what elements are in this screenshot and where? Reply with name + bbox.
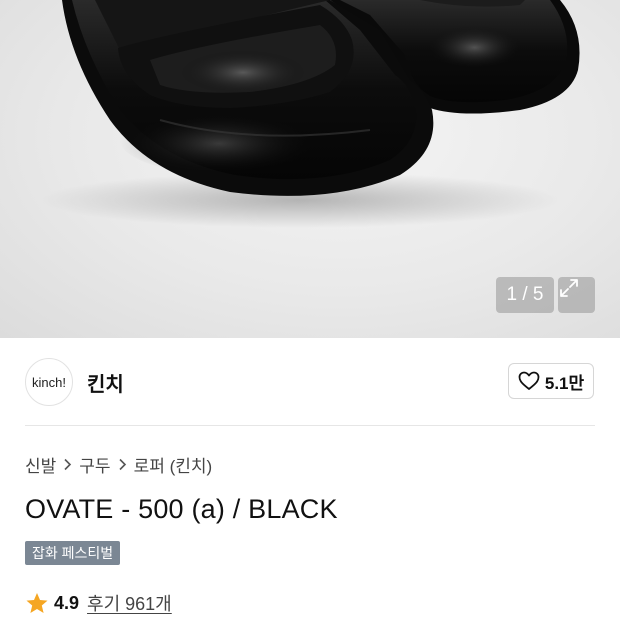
- brand-row: kinch! 킨치 5.1만: [0, 338, 620, 426]
- heart-icon: [518, 371, 540, 390]
- event-tag[interactable]: 잡화 페스티벌: [25, 541, 121, 565]
- chevron-right-icon: [118, 458, 127, 471]
- breadcrumb-item-shoes[interactable]: 신발: [25, 452, 56, 477]
- breadcrumb-item-loafers[interactable]: 로퍼 (킨치): [134, 452, 213, 477]
- expand-button[interactable]: [558, 277, 595, 313]
- brand-logo[interactable]: kinch!: [25, 358, 73, 406]
- chevron-right-icon: [63, 458, 72, 471]
- brand-name[interactable]: 킨치: [87, 368, 124, 397]
- review-count-link[interactable]: 후기 961개: [87, 590, 172, 616]
- breadcrumb: 신발 구두 로퍼 (킨치): [25, 452, 212, 476]
- image-counter: 1 / 5: [496, 277, 554, 313]
- breadcrumb-item-dress-shoes[interactable]: 구두: [79, 452, 110, 477]
- product-image-gallery[interactable]: 1 / 5: [0, 0, 620, 338]
- product-title: OVATE - 500 (a) / BLACK: [25, 494, 338, 524]
- brand-logo-text: kinch!: [32, 374, 66, 390]
- rating-score: 4.9: [54, 592, 80, 613]
- star-icon: [26, 592, 48, 613]
- rating: 4.9 후기 961개: [25, 590, 172, 616]
- divider: [25, 425, 595, 426]
- like-count: 5.1만: [544, 373, 585, 393]
- expand-icon: [560, 279, 578, 297]
- like-button[interactable]: 5.1만: [508, 363, 594, 399]
